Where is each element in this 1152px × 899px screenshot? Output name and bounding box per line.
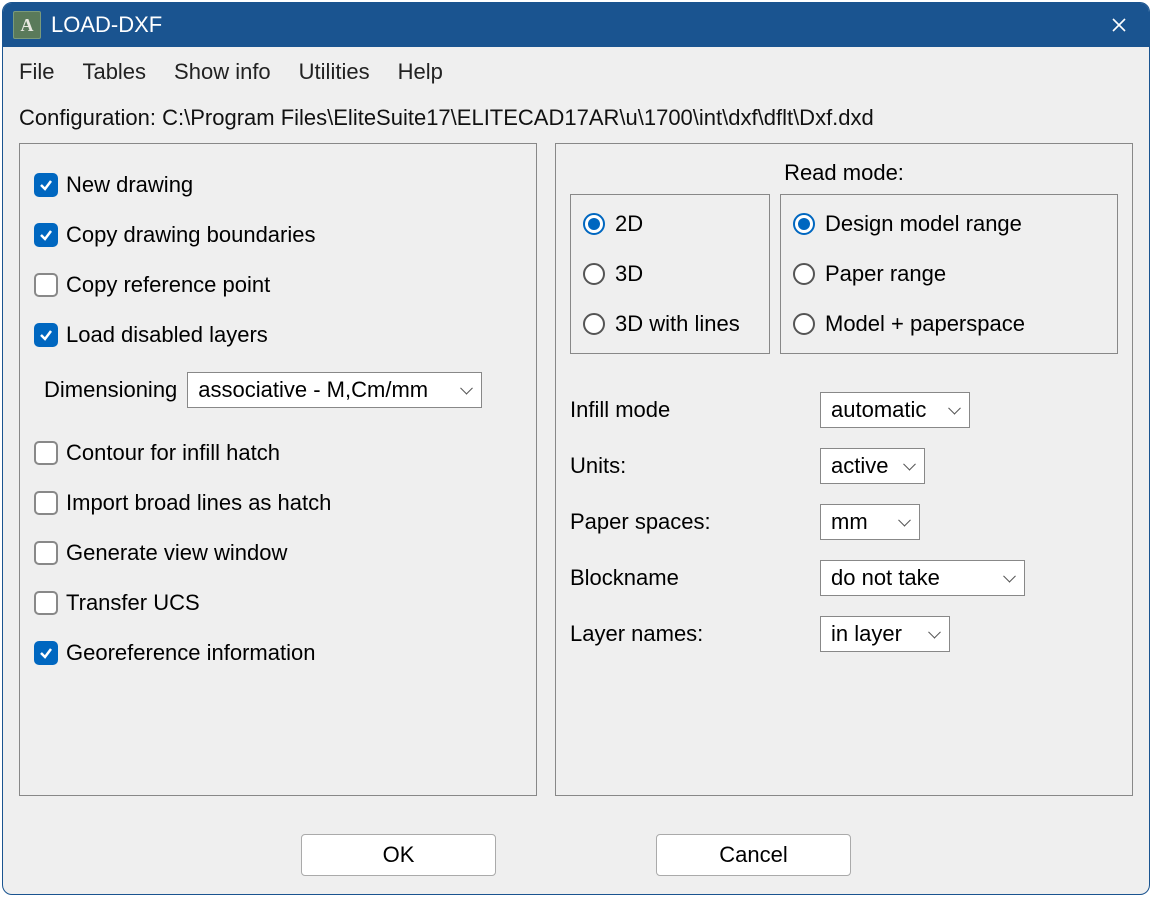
checkbox-new-drawing[interactable]: [34, 173, 58, 197]
checkbox-copy-ref-point[interactable]: [34, 273, 58, 297]
checkbox-import-broad-lines[interactable]: [34, 491, 58, 515]
radio-label-2d: 2D: [615, 211, 643, 237]
button-row: OK Cancel: [3, 806, 1149, 894]
label-new-drawing: New drawing: [66, 172, 193, 198]
label-load-disabled-layers: Load disabled layers: [66, 322, 268, 348]
radio-label-paper: Paper range: [825, 261, 946, 287]
ok-button[interactable]: OK: [301, 834, 496, 876]
menu-tables[interactable]: Tables: [82, 59, 146, 85]
select-layer-names[interactable]: in layer: [820, 616, 950, 652]
radio-label-3d-lines: 3D with lines: [615, 311, 740, 337]
select-paper-spaces[interactable]: mm: [820, 504, 920, 540]
label-import-broad-lines: Import broad lines as hatch: [66, 490, 331, 516]
label-paper-spaces: Paper spaces:: [570, 509, 820, 535]
label-layer-names: Layer names:: [570, 621, 820, 647]
radio-paper-range[interactable]: Paper range: [793, 249, 1105, 299]
configuration-row: Configuration: C:\Program Files\EliteSui…: [3, 97, 1149, 143]
content-area: New drawing Copy drawing boundaries Copy…: [3, 143, 1149, 806]
left-panel: New drawing Copy drawing boundaries Copy…: [19, 143, 537, 796]
radio-group-dimension: 2D 3D 3D with lines: [570, 194, 770, 354]
read-mode-title: Read mode:: [570, 160, 1118, 194]
menu-show-info[interactable]: Show info: [174, 59, 271, 85]
menu-help[interactable]: Help: [398, 59, 443, 85]
label-contour-infill: Contour for infill hatch: [66, 440, 280, 466]
radio-3d[interactable]: 3D: [583, 249, 757, 299]
configuration-label: Configuration:: [19, 105, 156, 130]
radio-icon: [583, 313, 605, 335]
radio-icon: [793, 313, 815, 335]
select-infill-mode[interactable]: automatic: [820, 392, 970, 428]
radio-icon: [793, 263, 815, 285]
label-dimensioning: Dimensioning: [44, 377, 177, 403]
checkbox-contour-infill[interactable]: [34, 441, 58, 465]
checkbox-copy-boundaries[interactable]: [34, 223, 58, 247]
checkbox-transfer-ucs[interactable]: [34, 591, 58, 615]
cancel-button[interactable]: Cancel: [656, 834, 851, 876]
radio-label-design: Design model range: [825, 211, 1022, 237]
radio-design-range[interactable]: Design model range: [793, 199, 1105, 249]
label-blockname: Blockname: [570, 565, 820, 591]
radio-2d[interactable]: 2D: [583, 199, 757, 249]
checkbox-load-disabled-layers[interactable]: [34, 323, 58, 347]
app-icon: A: [13, 11, 41, 39]
radio-icon: [583, 263, 605, 285]
radio-3d-lines[interactable]: 3D with lines: [583, 299, 757, 349]
label-transfer-ucs: Transfer UCS: [66, 590, 200, 616]
dialog-window: A LOAD-DXF File Tables Show info Utiliti…: [2, 2, 1150, 895]
checkbox-georeference[interactable]: [34, 641, 58, 665]
radio-icon: [583, 213, 605, 235]
titlebar: A LOAD-DXF: [3, 3, 1149, 47]
radio-group-range: Design model range Paper range Model + p…: [780, 194, 1118, 354]
select-units[interactable]: active: [820, 448, 925, 484]
menu-utilities[interactable]: Utilities: [299, 59, 370, 85]
label-copy-boundaries: Copy drawing boundaries: [66, 222, 316, 248]
menubar: File Tables Show info Utilities Help: [3, 47, 1149, 97]
select-blockname[interactable]: do not take: [820, 560, 1025, 596]
label-units: Units:: [570, 453, 820, 479]
select-dimensioning[interactable]: associative - M,Cm/mm: [187, 372, 482, 408]
label-georeference: Georeference information: [66, 640, 315, 666]
label-generate-view-window: Generate view window: [66, 540, 287, 566]
radio-label-model-paperspace: Model + paperspace: [825, 311, 1025, 337]
right-panel: Read mode: 2D 3D 3D with lines: [555, 143, 1133, 796]
label-copy-ref-point: Copy reference point: [66, 272, 270, 298]
radio-label-3d: 3D: [615, 261, 643, 287]
configuration-path: C:\Program Files\EliteSuite17\ELITECAD17…: [162, 105, 874, 130]
dialog-title: LOAD-DXF: [51, 12, 1099, 38]
close-icon: [1111, 17, 1127, 33]
checkbox-generate-view-window[interactable]: [34, 541, 58, 565]
radio-model-paperspace[interactable]: Model + paperspace: [793, 299, 1105, 349]
close-button[interactable]: [1099, 5, 1139, 45]
menu-file[interactable]: File: [19, 59, 54, 85]
radio-icon: [793, 213, 815, 235]
label-infill-mode: Infill mode: [570, 397, 820, 423]
